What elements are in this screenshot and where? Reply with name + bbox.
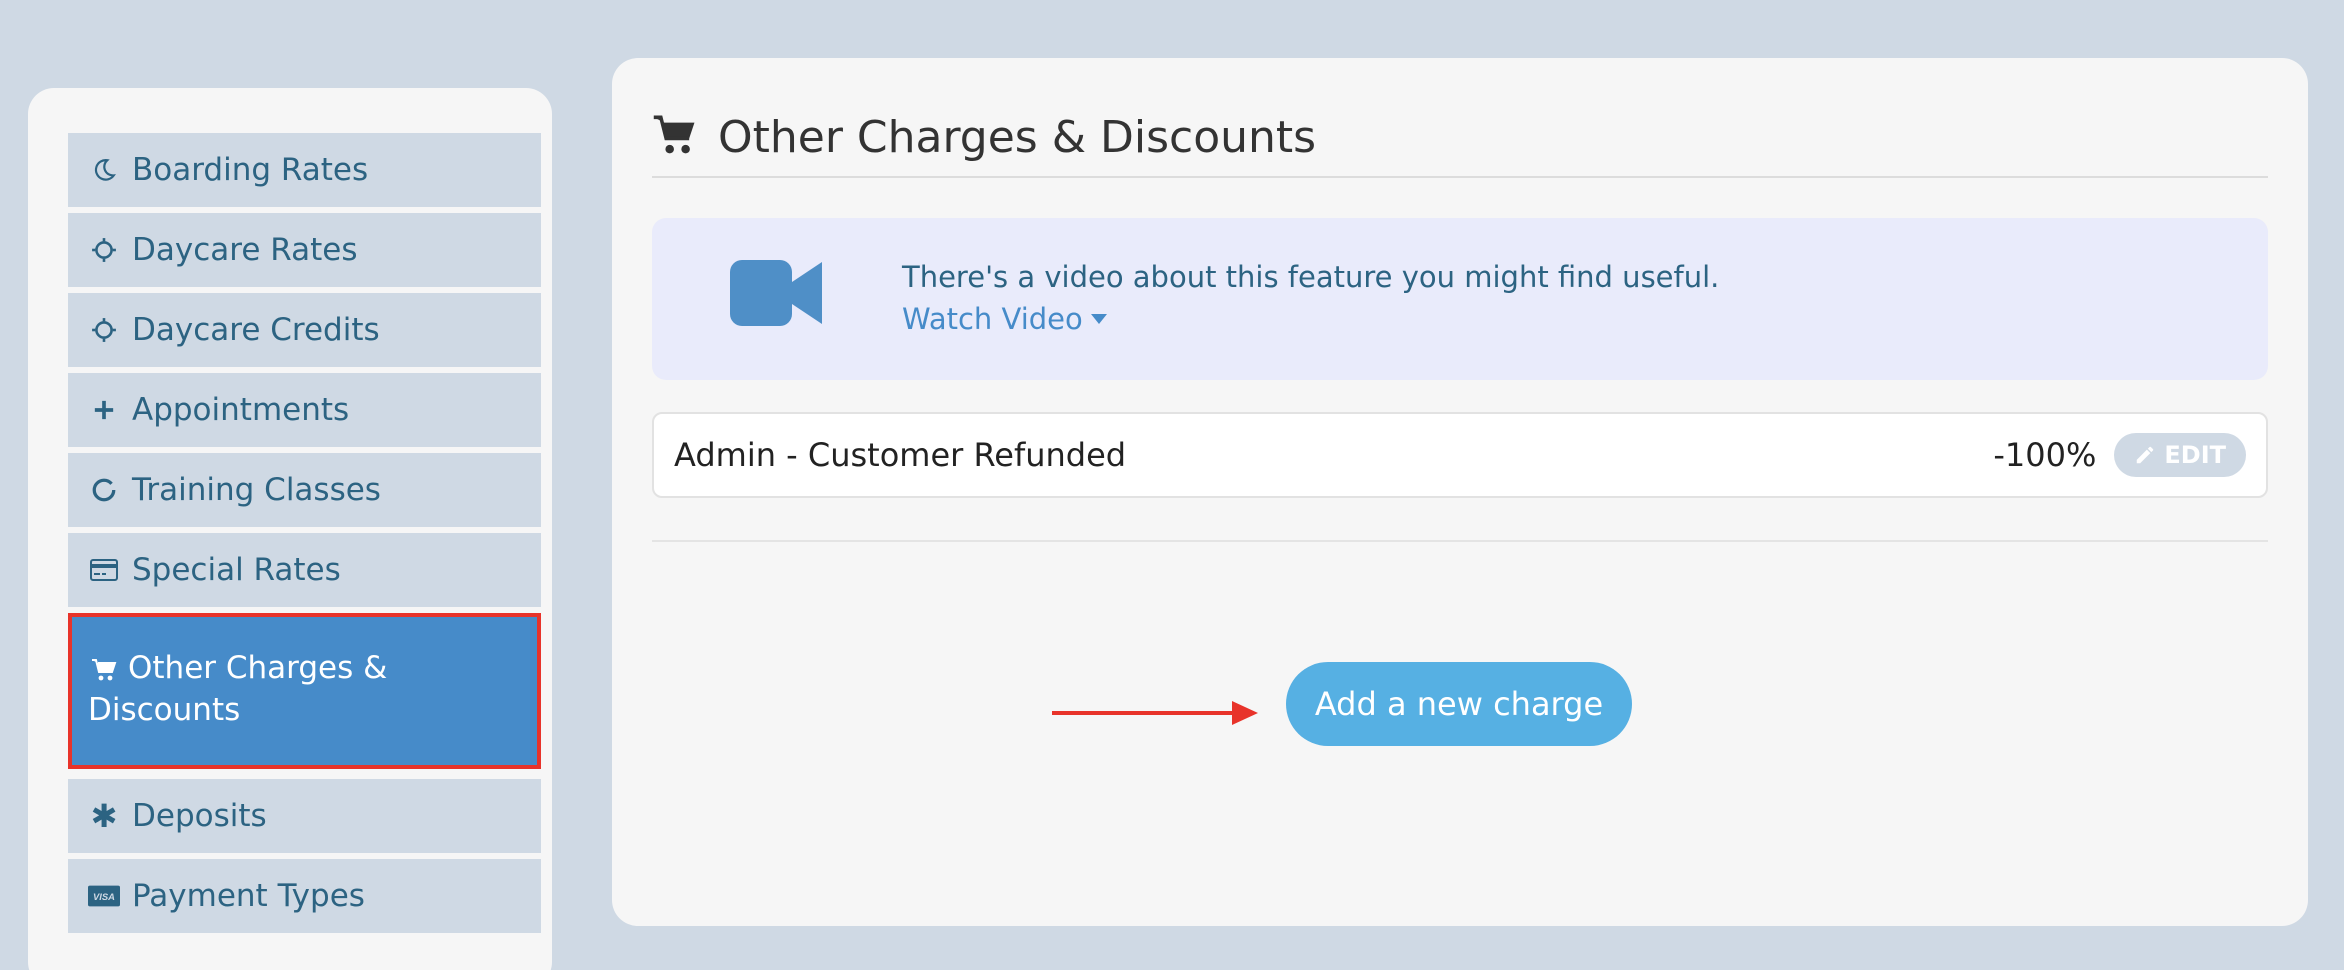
moon-icon bbox=[88, 157, 120, 183]
sidebar-item-daycare-credits[interactable]: Daycare Credits bbox=[68, 293, 541, 367]
charge-row: Admin - Customer Refunded -100% EDIT bbox=[652, 412, 2268, 498]
watch-video-link[interactable]: Watch Video bbox=[902, 302, 1107, 336]
circle-icon bbox=[88, 477, 120, 503]
sidebar-item-deposits[interactable]: ✱ Deposits bbox=[68, 779, 541, 853]
plus-icon bbox=[88, 399, 120, 421]
divider bbox=[652, 540, 2268, 542]
page-header: Other Charges & Discounts bbox=[652, 98, 2268, 178]
sidebar-item-label: Training Classes bbox=[132, 472, 381, 508]
sidebar-item-label: Other Charges & Discounts bbox=[88, 650, 388, 728]
visa-icon: VISA bbox=[88, 885, 120, 907]
charge-value: -100% bbox=[1993, 436, 2097, 474]
sidebar-item-label: Payment Types bbox=[132, 878, 365, 914]
sun-icon bbox=[88, 237, 120, 263]
add-new-charge-button[interactable]: Add a new charge bbox=[1286, 662, 1632, 746]
sidebar-item-boarding-rates[interactable]: Boarding Rates bbox=[68, 133, 541, 207]
sidebar-item-label: Deposits bbox=[132, 798, 267, 834]
sidebar-item-daycare-rates[interactable]: Daycare Rates bbox=[68, 213, 541, 287]
credit-card-icon bbox=[88, 559, 120, 581]
sidebar-item-appointments[interactable]: Appointments bbox=[68, 373, 541, 447]
asterisk-icon: ✱ bbox=[90, 797, 118, 835]
video-message: There's a video about this feature you m… bbox=[902, 260, 1720, 294]
sidebar-item-label: Daycare Credits bbox=[132, 312, 380, 348]
sidebar-item-other-charges[interactable]: Other Charges & Discounts bbox=[68, 613, 541, 769]
caret-down-icon bbox=[1090, 314, 1107, 324]
settings-sidebar: Boarding Rates Daycare Rates Daycare Cre… bbox=[28, 88, 552, 970]
charge-name: Admin - Customer Refunded bbox=[674, 436, 1127, 474]
sidebar-item-payment-types[interactable]: VISA Payment Types bbox=[68, 859, 541, 933]
sidebar-item-label: Special Rates bbox=[132, 552, 341, 588]
svg-text:VISA: VISA bbox=[93, 891, 115, 902]
cart-icon bbox=[652, 113, 698, 161]
main-panel: Other Charges & Discounts There's a vide… bbox=[612, 58, 2308, 926]
annotation-arrow bbox=[1052, 701, 1258, 725]
sidebar-item-special-rates[interactable]: Special Rates bbox=[68, 533, 541, 607]
watch-video-label: Watch Video bbox=[902, 302, 1083, 336]
sidebar-item-label: Boarding Rates bbox=[132, 152, 369, 188]
settings-menu: Boarding Rates Daycare Rates Daycare Cre… bbox=[68, 133, 541, 939]
pencil-icon bbox=[2134, 444, 2156, 466]
sun-icon bbox=[88, 317, 120, 343]
edit-button[interactable]: EDIT bbox=[2114, 433, 2246, 477]
video-notice: There's a video about this feature you m… bbox=[652, 218, 2268, 380]
cart-icon bbox=[88, 658, 120, 682]
video-camera-icon bbox=[730, 260, 822, 330]
sidebar-item-training-classes[interactable]: Training Classes bbox=[68, 453, 541, 527]
edit-label: EDIT bbox=[2164, 441, 2226, 469]
sidebar-item-label: Daycare Rates bbox=[132, 232, 358, 268]
sidebar-item-label: Appointments bbox=[132, 392, 350, 428]
page-title: Other Charges & Discounts bbox=[718, 111, 1317, 163]
